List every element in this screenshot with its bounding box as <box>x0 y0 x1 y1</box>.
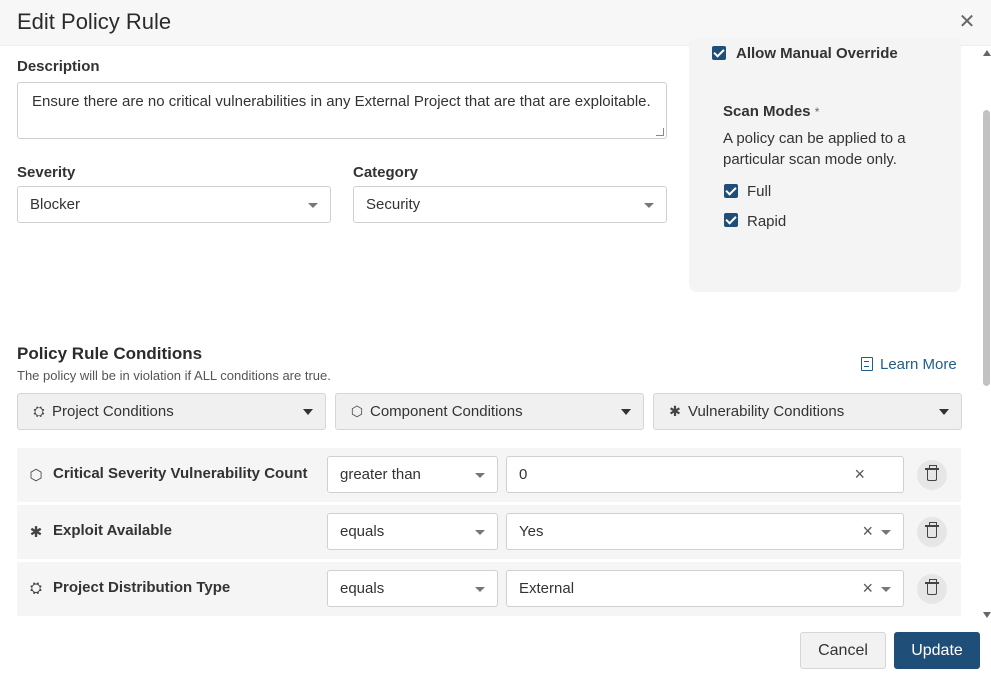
required-mark: * <box>814 105 820 119</box>
severity-select[interactable]: Blocker <box>17 186 331 223</box>
description-label: Description <box>17 58 100 75</box>
caret-down-icon <box>939 409 949 415</box>
delete-condition-button[interactable] <box>917 460 947 490</box>
chevron-down-icon <box>475 530 485 535</box>
learn-more-link[interactable]: Learn More <box>861 356 957 373</box>
project-conditions-label: Project Conditions <box>52 403 174 420</box>
close-icon[interactable]: ✕ <box>956 11 978 33</box>
scroll-down-icon[interactable] <box>983 612 991 618</box>
operator-select[interactable]: equals <box>327 570 498 607</box>
conditions-subtitle: The policy will be in violation if ALL c… <box>17 368 331 383</box>
learn-more-label: Learn More <box>880 356 957 373</box>
caret-down-icon <box>303 409 313 415</box>
full-mode-label: Full <box>747 183 772 200</box>
bug-icon: ✱ <box>669 403 681 419</box>
chevron-down-icon <box>475 473 485 478</box>
category-select[interactable]: Security <box>353 186 667 223</box>
condition-value: External <box>519 580 575 597</box>
operator-select[interactable]: equals <box>327 513 498 550</box>
condition-value: Yes <box>519 523 544 540</box>
clear-icon[interactable]: × <box>862 514 873 549</box>
scan-modes-label: Scan Modes * <box>723 103 819 120</box>
full-mode-checkbox[interactable] <box>724 184 738 198</box>
chevron-down-icon <box>308 203 318 208</box>
project-icon: ⛭ <box>33 403 45 419</box>
update-button[interactable]: Update <box>894 632 980 669</box>
condition-value-input[interactable]: 0 × <box>506 456 904 493</box>
description-textarea[interactable]: Ensure there are no critical vulnerabili… <box>17 82 667 139</box>
condition-label: Exploit Available <box>53 522 172 539</box>
severity-label: Severity <box>17 164 76 181</box>
condition-value: 0 <box>519 466 528 483</box>
delete-condition-button[interactable] <box>917 517 947 547</box>
scan-modes-label-text: Scan Modes <box>723 103 811 120</box>
vulnerability-conditions-label: Vulnerability Conditions <box>688 403 845 420</box>
condition-value-select[interactable]: External × <box>506 570 904 607</box>
description-value: Ensure there are no critical vulnerabili… <box>32 93 651 110</box>
cube-icon: ⬡ <box>29 467 43 484</box>
condition-row: ⬡ Critical Severity Vulnerability Count … <box>17 448 961 502</box>
severity-value: Blocker <box>30 196 81 213</box>
book-icon <box>861 357 873 371</box>
operator-value: greater than <box>340 466 421 483</box>
dialog-title: Edit Policy Rule <box>17 9 172 34</box>
operator-select[interactable]: greater than <box>327 456 498 493</box>
caret-down-icon <box>621 409 631 415</box>
scan-modes-help: A policy can be applied to a particular … <box>723 130 906 168</box>
condition-label: Critical Severity Vulnerability Count <box>53 465 308 482</box>
conditions-title: Policy Rule Conditions <box>17 344 203 363</box>
component-conditions-dropdown[interactable]: ⬡ Component Conditions <box>335 393 644 430</box>
clear-icon[interactable]: × <box>854 457 865 492</box>
chevron-down-icon <box>881 587 891 592</box>
trash-can-body <box>927 470 937 481</box>
condition-label: Project Distribution Type <box>53 579 231 596</box>
trash-can-body <box>927 527 937 538</box>
clear-icon[interactable]: × <box>862 571 873 606</box>
operator-value: equals <box>340 580 385 597</box>
condition-row: ⛭ Project Distribution Type equals Exter… <box>17 562 961 616</box>
allow-override-label: Allow Manual Override <box>736 45 898 62</box>
dialog-footer: Cancel Update <box>0 620 991 681</box>
category-value: Security <box>366 196 421 213</box>
chevron-down-icon <box>881 530 891 535</box>
scroll-thumb[interactable] <box>983 110 990 386</box>
chevron-down-icon <box>475 587 485 592</box>
rapid-mode-checkbox[interactable] <box>724 213 738 227</box>
project-icon: ⛭ <box>29 580 42 597</box>
vertical-scrollbar[interactable] <box>982 46 991 620</box>
delete-condition-button[interactable] <box>917 574 947 604</box>
category-label: Category <box>353 164 419 181</box>
resize-handle-icon[interactable] <box>656 128 664 136</box>
condition-value-select[interactable]: Yes × <box>506 513 904 550</box>
rapid-mode-label: Rapid <box>747 213 787 230</box>
scroll-up-icon[interactable] <box>983 50 991 56</box>
allow-override-checkbox[interactable] <box>712 46 726 60</box>
vulnerability-conditions-dropdown[interactable]: ✱ Vulnerability Conditions <box>653 393 962 430</box>
chevron-down-icon <box>644 203 654 208</box>
project-conditions-dropdown[interactable]: ⛭ Project Conditions <box>17 393 326 430</box>
component-conditions-label: Component Conditions <box>370 403 523 420</box>
cancel-button[interactable]: Cancel <box>800 632 886 669</box>
bug-icon: ✱ <box>29 524 43 541</box>
operator-value: equals <box>340 523 385 540</box>
cube-icon: ⬡ <box>350 403 364 419</box>
trash-can-body <box>927 584 937 595</box>
condition-row: ✱ Exploit Available equals Yes × <box>17 505 961 559</box>
